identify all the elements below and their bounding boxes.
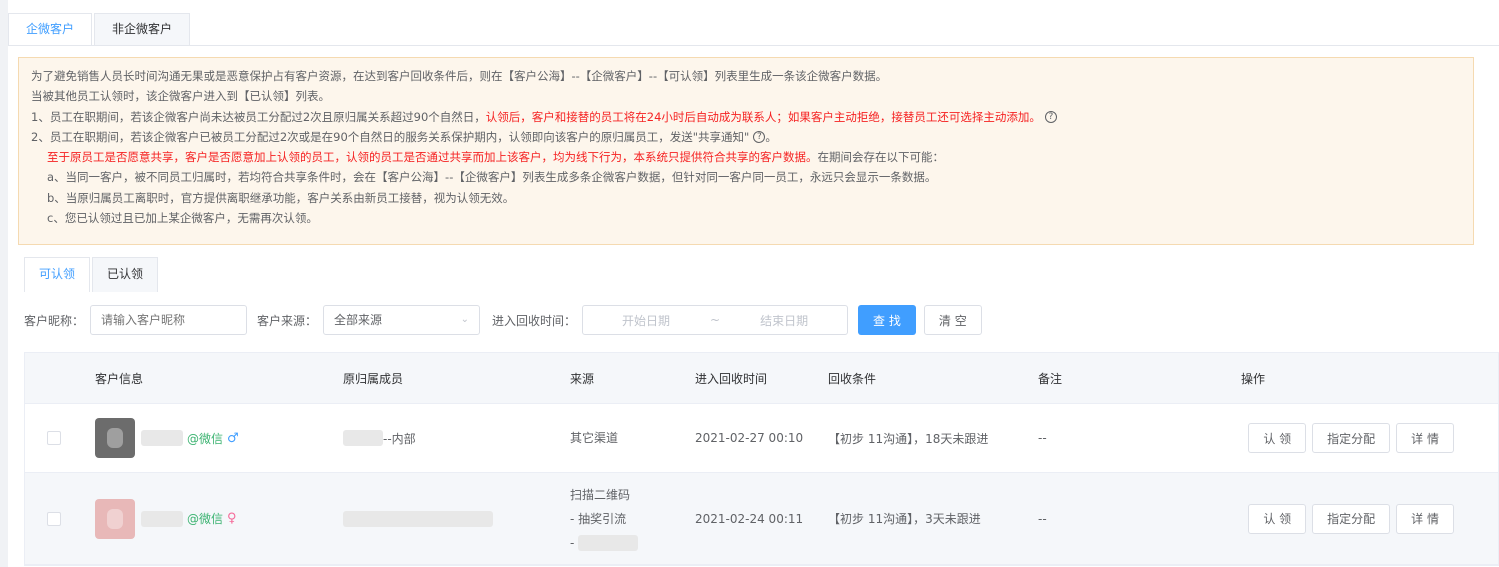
nick-label: 客户昵称： [24, 313, 85, 328]
recycle-condition-cell: 【初步 11沟通】，3天未跟进 [828, 512, 981, 526]
source-line-text: - [570, 535, 575, 550]
notice-line-3-text: 1、员工在职期间，若该企微客户尚未达被员工分配过2次且原归属关系超过90个自然日… [31, 109, 486, 124]
help-icon[interactable]: ? [753, 131, 766, 144]
nick-input[interactable] [90, 305, 248, 335]
recycle-condition-cell: 【初步 11沟通】，18天未跟进 [828, 431, 989, 446]
source-line: - [570, 531, 695, 555]
header-original-member: 原归属成员 [343, 371, 404, 386]
actions-cell: 认 领 指定分配 详 情 [1241, 503, 1498, 534]
page: 企微客户 非企微客户 为了避免销售人员长时间沟通无果或是恶意保护占有客户资源，在… [8, 0, 1499, 567]
clear-button[interactable]: 清 空 [923, 305, 982, 335]
customer-info-cell: @微信 ♀ [95, 498, 343, 539]
filter-bar: 客户昵称： 客户来源： 全部来源 ⌄ 进入回收时间： 开始日期 ~ 结束日期 查… [24, 304, 982, 336]
header-recycle-time: 进入回收时间 [695, 371, 768, 386]
table-row: @微信 ♂ --内部 其它渠道 2021-02-27 00:10 【初步 11沟… [25, 404, 1498, 473]
time-label: 进入回收时间： [492, 313, 577, 328]
table-row: @微信 ♀ 扫描二维码 - 抽奖引流 - 2021-02-24 00:11 【初… [25, 473, 1498, 565]
wechat-channel-label: @微信 [187, 512, 224, 526]
source-cell: 扫描二维码 - 抽奖引流 - [570, 483, 695, 555]
wechat-channel-label: @微信 [187, 431, 224, 446]
header-customer-info: 客户信息 [95, 371, 144, 386]
claim-button[interactable]: 认 领 [1248, 423, 1307, 453]
date-range-picker[interactable]: 开始日期 ~ 结束日期 [582, 305, 849, 335]
sub-tabs: 可认领 已认领 [24, 257, 159, 292]
member-name [343, 430, 383, 446]
actions-cell: 认 领 指定分配 详 情 [1241, 423, 1498, 453]
detail-button[interactable]: 详 情 [1396, 503, 1454, 534]
customer-name [141, 510, 183, 527]
row-checkbox[interactable] [47, 431, 61, 445]
assign-button[interactable]: 指定分配 [1312, 423, 1391, 453]
top-tabs: 企微客户 非企微客户 [8, 13, 191, 45]
header-source: 来源 [570, 371, 595, 386]
table-header: 客户信息 原归属成员 来源 进入回收时间 回收条件 备注 操作 [25, 353, 1498, 404]
row-check-cell [25, 431, 95, 445]
customer-info-cell: @微信 ♂ [95, 418, 343, 458]
source-line: 其它渠道 [570, 431, 619, 445]
notice-line-6: a、当同一客户，被不同员工归属时，若均符合共享条件时，会在【客户公海】--【企微… [47, 170, 937, 185]
end-date-placeholder: 结束日期 [760, 313, 809, 328]
tab-non-wecom-customers[interactable]: 非企微客户 [94, 13, 191, 45]
row-check-cell [25, 511, 95, 526]
help-icon[interactable]: ? [1044, 111, 1057, 124]
notice-line-5-text: 在期间会存在以下可能： [817, 150, 945, 165]
note-cell: -- [1038, 511, 1047, 526]
detail-button[interactable]: 详 情 [1396, 423, 1454, 453]
notice-line-5-highlight: 至于原员工是否愿意共享，客户是否愿意加上认领的员工，认领的员工是否通过共享而加上… [47, 150, 818, 165]
claim-button[interactable]: 认 领 [1248, 503, 1307, 534]
notice-line-8: c、您已认领过且已加上某企微客户，无需再次认领。 [47, 211, 318, 226]
avatar [95, 498, 135, 539]
notice-line-3: 1、员工在职期间，若该企微客户尚未达被员工分配过2次且原归属关系超过90个自然日… [31, 107, 1465, 127]
female-icon: ♀ [227, 511, 237, 526]
range-separator: ~ [710, 313, 721, 327]
chevron-down-icon: ⌄ [460, 314, 470, 325]
notice-line-4-suffix: 。 [765, 129, 777, 144]
member-cell: --内部 [343, 430, 570, 447]
notice-line-4-text: 2、员工在职期间，若该企微客户已被员工分配过2次或是在90个自然日的服务关系保护… [31, 129, 750, 144]
search-button[interactable]: 查 找 [858, 305, 916, 335]
notice-line-7: b、当原归属员工离职时，官方提供离职继承功能，客户关系由新员工接替，视为认领无效… [47, 190, 515, 205]
start-date-placeholder: 开始日期 [622, 313, 671, 328]
member-cell [343, 510, 570, 527]
header-recycle-condition: 回收条件 [828, 371, 877, 386]
notice-line-1: 为了避免销售人员长时间沟通无果或是恶意保护占有客户资源，在达到客户回收条件后，则… [31, 69, 888, 83]
source-select-value: 全部来源 [334, 313, 383, 327]
source-line: 扫描二维码 [570, 487, 631, 502]
recycle-time-cell: 2021-02-27 00:10 [695, 431, 804, 445]
member-name [343, 510, 493, 527]
customer-table: 客户信息 原归属成员 来源 进入回收时间 回收条件 备注 操作 @微信 ♂ --… [24, 352, 1499, 566]
source-label: 客户来源： [257, 313, 318, 328]
source-line: - 抽奖引流 [570, 511, 627, 526]
tab-claimable[interactable]: 可认领 [24, 257, 91, 292]
male-icon: ♂ [227, 430, 239, 446]
tab-claimed[interactable]: 已认领 [92, 257, 159, 292]
tabs-divider [8, 45, 1499, 46]
notice-line-5: 至于原员工是否愿意共享，客户是否愿意加上认领的员工，认领的员工是否通过共享而加上… [31, 147, 1465, 167]
source-detail-redacted [578, 535, 639, 551]
row-checkbox[interactable] [47, 511, 61, 526]
recycle-time-cell: 2021-02-24 00:11 [695, 511, 804, 526]
notice-panel: 为了避免销售人员长时间沟通无果或是恶意保护占有客户资源，在达到客户回收条件后，则… [18, 57, 1474, 245]
notice-line-3-highlight: 认领后，客户和接替的员工将在24小时后自动成为联系人；如果客户主动拒绝，接替员工… [485, 109, 1041, 124]
source-cell: 其它渠道 [570, 426, 695, 450]
source-select[interactable]: 全部来源 ⌄ [323, 305, 481, 335]
tab-wecom-customers[interactable]: 企微客户 [8, 13, 93, 45]
customer-name [141, 430, 183, 446]
assign-button[interactable]: 指定分配 [1312, 503, 1391, 534]
note-cell: -- [1038, 431, 1047, 445]
notice-line-2: 当被其他员工认领时，该企微客户进入到【已认领】列表。 [31, 89, 330, 104]
header-actions: 操作 [1241, 371, 1266, 386]
header-note: 备注 [1038, 371, 1063, 386]
member-dept: --内部 [383, 431, 416, 446]
avatar [95, 418, 135, 458]
notice-line-4: 2、员工在职期间，若该企微客户已被员工分配过2次或是在90个自然日的服务关系保护… [31, 127, 1465, 147]
